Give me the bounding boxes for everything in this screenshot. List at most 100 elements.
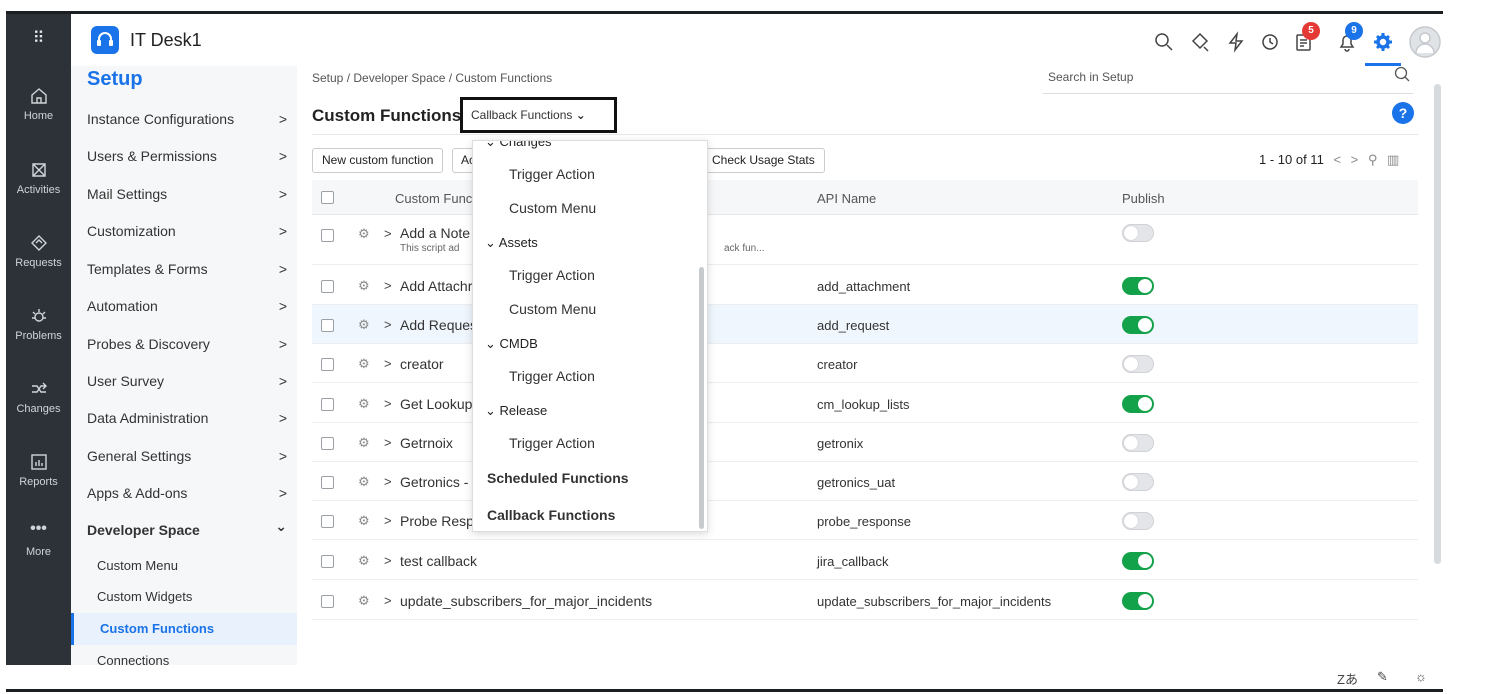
- translate-icon[interactable]: Zあ: [1337, 669, 1358, 688]
- publish-toggle[interactable]: [1122, 592, 1154, 610]
- row-checkbox[interactable]: [321, 229, 334, 242]
- sidebar-item-developer-space[interactable]: Developer Space ⌄: [87, 518, 287, 538]
- menu-group-cmdb[interactable]: ⌄ CMDB: [485, 336, 538, 352]
- menu-scrollbar[interactable]: [699, 267, 704, 529]
- note-icon[interactable]: ✎: [1377, 669, 1388, 685]
- expand-icon[interactable]: >: [384, 513, 392, 528]
- publish-toggle[interactable]: [1122, 355, 1154, 373]
- row-checkbox[interactable]: [321, 476, 334, 489]
- gear-icon[interactable]: ⚙: [358, 278, 370, 294]
- lightning-icon[interactable]: [1225, 31, 1247, 53]
- gear-icon[interactable]: ⚙: [358, 593, 370, 609]
- table-row[interactable]: ⚙ > update_subscribers_for_major_inciden…: [312, 581, 1418, 620]
- gear-icon[interactable]: ⚙: [358, 474, 370, 490]
- sidebar-item-users-permissions[interactable]: Users & Permissions >: [87, 148, 287, 164]
- gear-icon[interactable]: ⚙: [358, 553, 370, 569]
- select-all-checkbox[interactable]: [321, 191, 334, 204]
- function-name[interactable]: test callback: [400, 553, 477, 569]
- sidebar-item-general-settings[interactable]: General Settings >: [87, 448, 287, 464]
- search-icon[interactable]: [1393, 66, 1411, 87]
- gear-icon[interactable]: ⚙: [358, 226, 370, 242]
- sidebar-sub-custom-widgets[interactable]: Custom Widgets: [97, 589, 192, 604]
- expand-icon[interactable]: >: [384, 474, 392, 489]
- menu-item-cmdb-trigger-action[interactable]: Trigger Action: [509, 368, 595, 384]
- row-checkbox[interactable]: [321, 280, 334, 293]
- sidebar-item-customization[interactable]: Customization >: [87, 223, 287, 239]
- rail-item-home[interactable]: Home: [6, 86, 71, 122]
- function-name[interactable]: Add Attachr: [400, 278, 472, 294]
- gear-icon[interactable]: ⚙: [358, 317, 370, 333]
- help-icon[interactable]: ?: [1392, 102, 1414, 124]
- menu-item-assets-custom-menu[interactable]: Custom Menu: [509, 301, 596, 317]
- new-custom-function-button[interactable]: New custom function: [312, 148, 444, 173]
- sidebar-item-automation[interactable]: Automation >: [87, 298, 287, 314]
- expand-icon[interactable]: >: [384, 317, 392, 332]
- function-name[interactable]: Add a Note: [400, 225, 470, 241]
- rail-item-changes[interactable]: Changes: [6, 379, 71, 415]
- publish-toggle[interactable]: [1122, 473, 1154, 491]
- row-checkbox[interactable]: [321, 358, 334, 371]
- row-checkbox[interactable]: [321, 398, 334, 411]
- publish-toggle[interactable]: [1122, 395, 1154, 413]
- row-checkbox[interactable]: [321, 437, 334, 450]
- publish-toggle[interactable]: [1122, 277, 1154, 295]
- magic-diamond-icon[interactable]: [1189, 31, 1211, 53]
- column-header-publish[interactable]: Publish: [1122, 191, 1165, 206]
- column-settings-icon[interactable]: ▥: [1387, 152, 1399, 167]
- menu-group-changes[interactable]: ⌄ Changes: [485, 141, 552, 150]
- menu-item-assets-trigger-action[interactable]: Trigger Action: [509, 267, 595, 283]
- expand-icon[interactable]: >: [384, 356, 392, 371]
- app-logo-icon[interactable]: [91, 26, 119, 54]
- next-page-icon[interactable]: >: [1351, 152, 1359, 167]
- rail-item-reports[interactable]: Reports: [6, 452, 71, 488]
- row-checkbox[interactable]: [321, 319, 334, 332]
- menu-item-changes-custom-menu[interactable]: Custom Menu: [509, 200, 596, 216]
- page-scrollbar[interactable]: [1434, 84, 1441, 564]
- publish-toggle[interactable]: [1122, 224, 1154, 242]
- menu-item-scheduled-functions[interactable]: Scheduled Functions: [487, 470, 629, 486]
- sidebar-sub-custom-menu[interactable]: Custom Menu: [97, 558, 178, 573]
- sidebar-item-user-survey[interactable]: User Survey >: [87, 373, 287, 389]
- expand-icon[interactable]: >: [384, 593, 392, 608]
- tasks-icon[interactable]: 5: [1293, 22, 1320, 53]
- rail-item-requests[interactable]: Requests: [6, 233, 71, 269]
- gear-icon[interactable]: ⚙: [358, 513, 370, 529]
- sidebar-item-mail-settings[interactable]: Mail Settings >: [87, 186, 287, 202]
- menu-item-release-trigger-action[interactable]: Trigger Action: [509, 435, 595, 451]
- function-name[interactable]: Getronics -: [400, 474, 468, 490]
- publish-toggle[interactable]: [1122, 552, 1154, 570]
- function-name[interactable]: creator: [400, 356, 444, 372]
- menu-group-assets[interactable]: ⌄ Assets: [485, 235, 538, 251]
- expand-icon[interactable]: >: [384, 396, 392, 411]
- publish-toggle[interactable]: [1122, 316, 1154, 334]
- sidebar-item-templates-forms[interactable]: Templates & Forms >: [87, 261, 287, 277]
- history-icon[interactable]: [1259, 31, 1281, 53]
- publish-toggle[interactable]: [1122, 434, 1154, 452]
- row-checkbox[interactable]: [321, 595, 334, 608]
- lightbulb-icon[interactable]: ☼: [1415, 669, 1427, 684]
- app-title[interactable]: IT Desk1: [130, 30, 202, 51]
- rail-item-problems[interactable]: Problems: [6, 306, 71, 342]
- function-name[interactable]: Get Lookup: [400, 396, 472, 412]
- action-button[interactable]: Ac: [452, 148, 474, 173]
- gear-icon[interactable]: ⚙: [358, 396, 370, 412]
- expand-icon[interactable]: >: [384, 226, 392, 241]
- function-name[interactable]: Getrnoix: [400, 435, 453, 451]
- search-icon[interactable]: [1153, 31, 1175, 53]
- gear-icon[interactable]: ⚙: [358, 356, 370, 372]
- publish-toggle[interactable]: [1122, 512, 1154, 530]
- expand-icon[interactable]: >: [384, 553, 392, 568]
- table-row[interactable]: ⚙ > test callback jira_callback: [312, 541, 1418, 580]
- function-type-dropdown[interactable]: Callback Functions ⌄: [460, 97, 617, 133]
- apps-grid-icon[interactable]: ⠿: [6, 28, 71, 48]
- settings-tab[interactable]: [1365, 14, 1401, 66]
- sidebar-item-instance-configurations[interactable]: Instance Configurations >: [87, 111, 287, 127]
- sidebar-sub-connections[interactable]: Connections: [97, 653, 169, 665]
- menu-item-callback-functions[interactable]: Callback Functions: [487, 507, 615, 523]
- sidebar-sub-custom-functions[interactable]: Custom Functions: [71, 613, 297, 645]
- check-usage-stats-button[interactable]: Check Usage Stats: [702, 148, 825, 173]
- sidebar-item-data-administration[interactable]: Data Administration >: [87, 410, 287, 426]
- function-name[interactable]: update_subscribers_for_major_incidents: [400, 593, 652, 609]
- function-name[interactable]: Probe Respo: [400, 513, 482, 529]
- menu-item-changes-trigger-action[interactable]: Trigger Action: [509, 166, 595, 182]
